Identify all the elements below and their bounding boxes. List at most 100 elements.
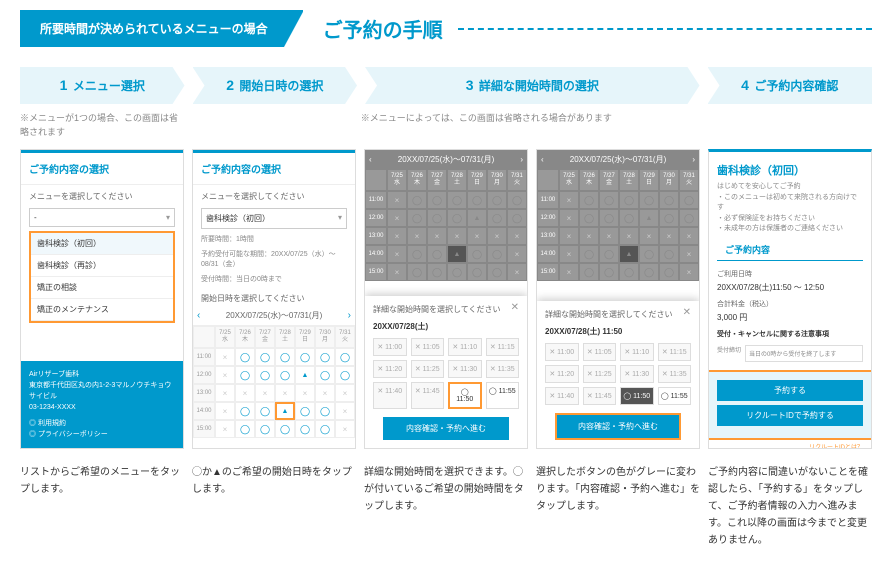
cal-cell[interactable]: ◯ xyxy=(507,209,527,227)
cal-cell[interactable]: ◯ xyxy=(579,209,599,227)
time-slot[interactable]: ✕ 11:10 xyxy=(448,338,482,356)
cal-cell[interactable]: ◯ xyxy=(275,348,295,366)
prev-icon[interactable]: ‹ xyxy=(197,310,200,321)
cal-cell[interactable]: ◯ xyxy=(619,209,639,227)
cal-cell[interactable]: ◯ xyxy=(467,245,487,263)
cal-cell[interactable]: ◯ xyxy=(639,245,659,263)
cal-cell[interactable]: ◯ xyxy=(315,348,335,366)
time-slot[interactable]: ✕ 11:35 xyxy=(486,360,520,378)
cal-cell[interactable]: ◯ xyxy=(447,263,467,281)
cal-cell[interactable]: ◯ xyxy=(255,366,275,384)
close-icon[interactable]: ✕ xyxy=(511,302,519,313)
prev-icon[interactable]: ‹ xyxy=(541,155,544,164)
cal-cell[interactable]: ◯ xyxy=(507,191,527,209)
time-slot[interactable]: ◯ 11:50 xyxy=(448,382,482,409)
recruit-id-button[interactable]: リクルートIDで予約する xyxy=(717,405,863,426)
cal-cell[interactable]: ◯ xyxy=(599,209,619,227)
cal-cell[interactable]: ◯ xyxy=(427,209,447,227)
time-slot[interactable]: ✕ 11:10 xyxy=(620,343,654,361)
cal-cell[interactable]: ◯ xyxy=(599,245,619,263)
cal-cell[interactable]: ◯ xyxy=(407,209,427,227)
time-slot[interactable]: ✕ 11:45 xyxy=(411,382,445,409)
close-icon[interactable]: ✕ xyxy=(683,307,691,318)
cal-cell[interactable]: ◯ xyxy=(255,402,275,420)
cal-cell[interactable]: ◯ xyxy=(639,263,659,281)
cal-cell[interactable]: ◯ xyxy=(619,263,639,281)
cal-cell[interactable]: ◯ xyxy=(407,245,427,263)
cal-cell[interactable]: ◯ xyxy=(579,245,599,263)
m1-select[interactable]: - xyxy=(29,208,175,227)
cal-cell[interactable]: ◯ xyxy=(579,191,599,209)
cal-cell[interactable]: ◯ xyxy=(679,209,699,227)
time-slot[interactable]: ✕ 11:15 xyxy=(658,343,692,361)
cal-cell[interactable]: ◯ xyxy=(407,191,427,209)
cal-cell[interactable]: ◯ xyxy=(275,420,295,438)
time-slot[interactable]: ✕ 11:00 xyxy=(545,343,579,361)
cal-cell[interactable]: ▲ xyxy=(447,245,467,263)
cal-cell[interactable]: ◯ xyxy=(619,191,639,209)
time-slot[interactable]: ✕ 11:05 xyxy=(411,338,445,356)
cal-cell[interactable]: ▲ xyxy=(467,209,487,227)
m1-option[interactable]: 矯正の相談 xyxy=(31,277,173,299)
cal-cell[interactable]: ▲ xyxy=(619,245,639,263)
time-slot[interactable]: ✕ 11:25 xyxy=(583,365,617,383)
cal-cell[interactable]: ◯ xyxy=(335,366,355,384)
time-slot[interactable]: ◯ 11:55 xyxy=(658,387,692,405)
next-icon[interactable]: › xyxy=(348,310,351,321)
time-slot[interactable]: ✕ 11:40 xyxy=(545,387,579,405)
time-slot[interactable]: ✕ 11:20 xyxy=(373,360,407,378)
cal-cell[interactable]: ◯ xyxy=(315,402,335,420)
cal-cell[interactable]: ◯ xyxy=(659,191,679,209)
cal-cell[interactable]: ◯ xyxy=(467,191,487,209)
m1-option[interactable]: 矯正のメンテナンス xyxy=(31,299,173,321)
cal-cell[interactable]: ◯ xyxy=(639,191,659,209)
time-slot[interactable]: ✕ 11:25 xyxy=(411,360,445,378)
time-slot[interactable]: ✕ 11:00 xyxy=(373,338,407,356)
time-slot[interactable]: ✕ 11:05 xyxy=(583,343,617,361)
time-slot[interactable]: ✕ 11:30 xyxy=(620,365,654,383)
cal-cell[interactable]: ◯ xyxy=(295,420,315,438)
prev-icon[interactable]: ‹ xyxy=(369,155,372,164)
cal-cell[interactable]: ◯ xyxy=(579,263,599,281)
cal-cell[interactable]: ◯ xyxy=(659,245,679,263)
time-slot[interactable]: ◯ 11:55 xyxy=(486,382,520,409)
cal-cell[interactable]: ◯ xyxy=(487,191,507,209)
cal-cell[interactable]: ◯ xyxy=(659,209,679,227)
cal-cell[interactable]: ◯ xyxy=(427,263,447,281)
time-slot[interactable]: ✕ 11:40 xyxy=(373,382,407,409)
time-slot[interactable]: ◯ 11:50 xyxy=(620,387,654,405)
cal-cell[interactable]: ◯ xyxy=(235,420,255,438)
reserve-button[interactable]: 予約する xyxy=(717,380,863,401)
m1-option[interactable]: 歯科検診（初回） xyxy=(31,233,173,255)
cal-cell[interactable]: ◯ xyxy=(295,348,315,366)
time-slot[interactable]: ✕ 11:15 xyxy=(486,338,520,356)
cal-cell[interactable]: ◯ xyxy=(487,263,507,281)
cal-cell[interactable]: ◯ xyxy=(679,191,699,209)
cal-cell[interactable]: ◯ xyxy=(447,191,467,209)
m1-option[interactable]: 歯科検診（再診） xyxy=(31,255,173,277)
cal-cell[interactable]: ◯ xyxy=(235,402,255,420)
m3b-confirm-button[interactable]: 内容確認・予約へ進む xyxy=(555,413,681,440)
cal-cell[interactable]: ◯ xyxy=(295,402,315,420)
cal-cell[interactable]: ◯ xyxy=(659,263,679,281)
cal-cell[interactable]: ◯ xyxy=(487,209,507,227)
cal-cell[interactable]: ◯ xyxy=(467,263,487,281)
cal-cell[interactable]: ◯ xyxy=(315,366,335,384)
cal-cell[interactable]: ◯ xyxy=(447,209,467,227)
cal-cell[interactable]: ▲ xyxy=(295,366,315,384)
cal-cell[interactable]: ◯ xyxy=(315,420,335,438)
time-slot[interactable]: ✕ 11:45 xyxy=(583,387,617,405)
cal-cell[interactable]: ▲ xyxy=(639,209,659,227)
cal-cell[interactable]: ◯ xyxy=(255,348,275,366)
m3-confirm-button[interactable]: 内容確認・予約へ進む xyxy=(383,417,509,440)
cal-cell[interactable]: ◯ xyxy=(599,263,619,281)
cal-cell[interactable]: ◯ xyxy=(235,348,255,366)
recruit-id-link[interactable]: リクルートIDとは？ xyxy=(709,440,871,450)
time-slot[interactable]: ✕ 11:35 xyxy=(658,365,692,383)
m2-select[interactable]: 歯科検診（初回） xyxy=(201,208,347,229)
cal-cell[interactable]: ◯ xyxy=(235,366,255,384)
time-slot[interactable]: ✕ 11:30 xyxy=(448,360,482,378)
cal-cell[interactable]: ◯ xyxy=(335,348,355,366)
next-icon[interactable]: › xyxy=(520,155,523,164)
cal-cell[interactable]: ◯ xyxy=(407,263,427,281)
